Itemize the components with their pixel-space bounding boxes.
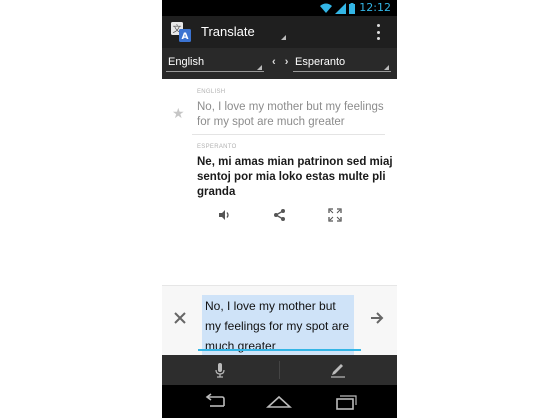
source-language-label: English xyxy=(168,56,205,68)
svg-text:A: A xyxy=(182,32,189,42)
overflow-dot xyxy=(376,37,380,40)
app-title[interactable]: Translate xyxy=(201,24,255,39)
translate-arrow-button[interactable] xyxy=(369,310,385,326)
fullscreen-icon[interactable] xyxy=(327,207,343,223)
recent-apps-icon[interactable] xyxy=(332,393,358,411)
translation-text[interactable]: Ne, mi amas mian patrinon sed miaj sento… xyxy=(197,155,395,200)
swap-languages-button[interactable]: ‹ › xyxy=(272,56,291,68)
input-bar: No, I love my mother but my feelings for… xyxy=(162,285,397,357)
bottom-action-bar xyxy=(162,355,397,385)
action-bar: 文 A Translate xyxy=(162,16,397,48)
clear-input-button[interactable] xyxy=(172,310,188,326)
bottom-divider xyxy=(279,361,280,379)
overflow-menu-icon[interactable] xyxy=(375,24,381,40)
divider xyxy=(192,134,385,135)
overflow-dot xyxy=(376,30,380,34)
pencil-icon[interactable] xyxy=(329,362,347,378)
battery-icon xyxy=(349,2,355,14)
source-text[interactable]: No, I love my mother but my feelings for… xyxy=(197,100,395,130)
speaker-icon[interactable] xyxy=(216,207,232,223)
language-bar: English ‹ › Esperanto xyxy=(162,48,397,79)
navigation-bar xyxy=(162,385,397,418)
status-time: 12:12 xyxy=(359,1,391,14)
overflow-dot xyxy=(376,24,380,27)
status-bar: 12:12 xyxy=(162,0,397,16)
input-text-value[interactable]: No, I love my mother but my feelings for… xyxy=(202,295,354,357)
translate-app-icon[interactable]: 文 A xyxy=(170,21,192,43)
title-dropdown-corner-icon xyxy=(281,35,286,40)
star-icon[interactable]: ★ xyxy=(172,105,185,122)
back-icon[interactable] xyxy=(202,393,228,411)
input-underline xyxy=(198,349,361,351)
source-language-underline xyxy=(166,71,264,72)
share-icon[interactable] xyxy=(272,207,288,223)
target-language-underline xyxy=(293,71,391,72)
source-dropdown-icon xyxy=(257,65,262,70)
target-dropdown-icon xyxy=(384,65,389,70)
phone-screen: 12:12 文 A Translate English ‹ › Esperant… xyxy=(162,0,397,418)
source-language-caption: ENGLISH xyxy=(197,89,226,95)
target-language-caption: ESPERANTO xyxy=(197,144,237,150)
wifi-icon xyxy=(320,3,332,13)
text-input-field[interactable]: No, I love my mother but my feelings for… xyxy=(198,291,363,357)
home-icon[interactable] xyxy=(266,393,292,411)
microphone-icon[interactable] xyxy=(212,362,228,378)
target-language-label: Esperanto xyxy=(295,56,346,68)
status-icons xyxy=(320,2,355,14)
signal-icon xyxy=(335,2,346,14)
